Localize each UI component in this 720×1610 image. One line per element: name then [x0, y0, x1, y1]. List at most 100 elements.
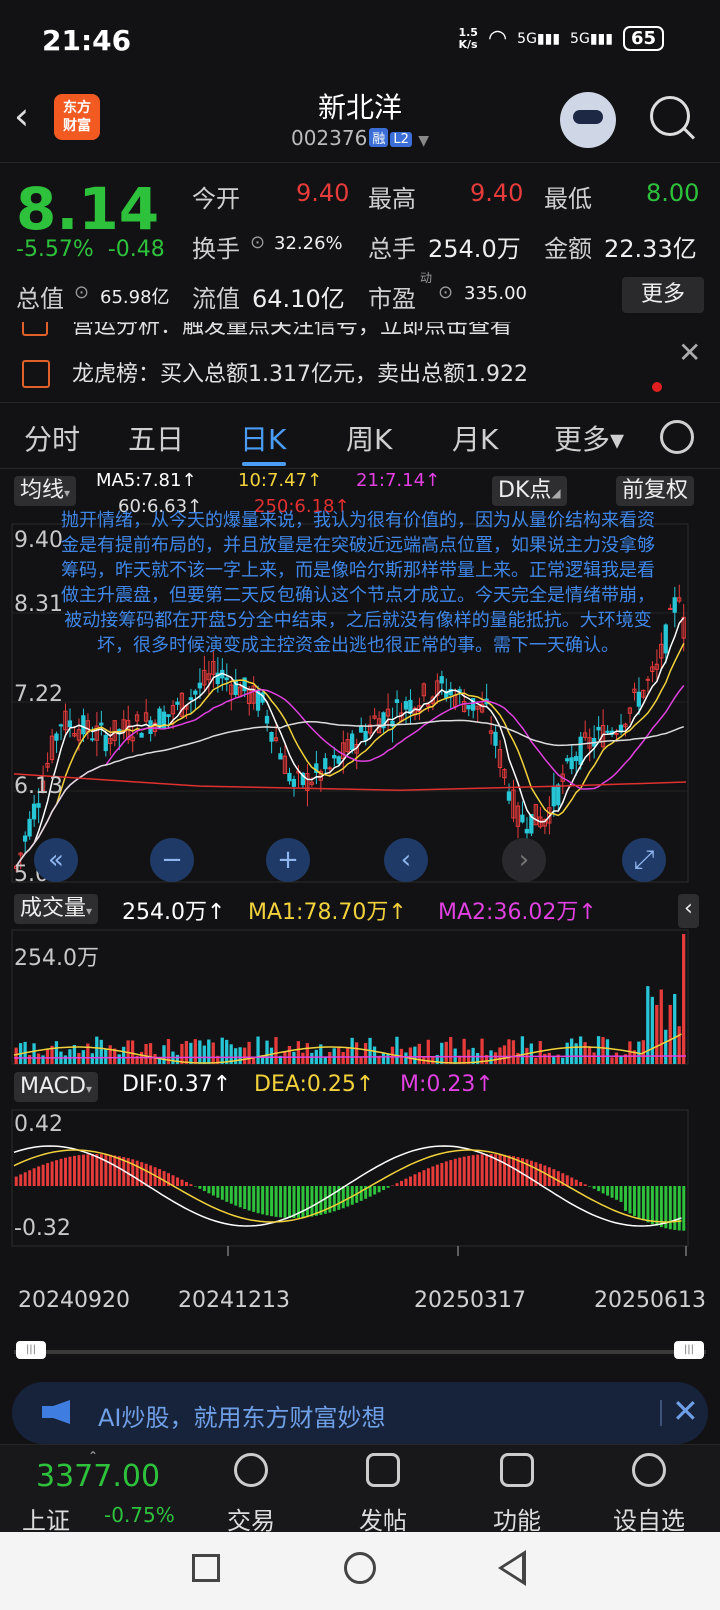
candle-body — [524, 828, 529, 834]
volume-bar — [341, 1051, 345, 1064]
adjust-button[interactable]: 前复权 — [616, 476, 695, 506]
range-slider-track[interactable] — [14, 1350, 706, 1354]
macd-selector[interactable]: MACD▾ — [14, 1072, 98, 1102]
ma-line-250 — [13, 773, 687, 791]
tab-weekly-k[interactable]: 周K — [346, 418, 392, 458]
nav-watchlist-label: 设自选 — [613, 1507, 685, 1535]
volume-bar — [520, 1036, 525, 1064]
volume-bar — [63, 1055, 68, 1064]
range-handle-left[interactable]: ||| — [16, 1341, 46, 1359]
megaphone-icon — [42, 1400, 70, 1424]
volume-bar — [659, 989, 663, 1064]
volume-bar — [583, 1042, 587, 1064]
range-handle-right[interactable]: ||| — [674, 1341, 704, 1359]
volume-bar — [117, 1054, 121, 1064]
volume-bar — [305, 1043, 309, 1064]
candle-body — [569, 757, 574, 770]
candle-body — [188, 697, 194, 701]
volume-bar — [332, 1048, 336, 1064]
high-label: 最高 — [368, 185, 416, 213]
volume-bar — [108, 1045, 112, 1064]
pe-dynamic-mark: 动 — [420, 271, 433, 285]
date-label-4: 20250613 — [594, 1288, 706, 1313]
volume-bar — [32, 1043, 36, 1064]
ai-banner[interactable]: AI炒股，就用东方财富妙想 ✕ — [12, 1382, 708, 1444]
candle-body — [264, 715, 270, 724]
ma-line-21 — [15, 685, 685, 867]
volume-bar — [225, 1039, 229, 1064]
volume-bar — [538, 1041, 542, 1064]
scroll-left-icon[interactable]: ‹ — [384, 838, 428, 882]
home-icon[interactable] — [344, 1552, 376, 1584]
candle-body — [103, 734, 108, 752]
volume-bar — [502, 1045, 507, 1064]
close-icon[interactable]: ✕ — [678, 336, 701, 369]
volume-bar — [372, 1046, 377, 1064]
volume-bar — [184, 1041, 189, 1064]
tab-intraday[interactable]: 分时 — [24, 418, 80, 458]
volume-bar — [587, 1046, 592, 1064]
index-value[interactable]: 3377.00 — [36, 1459, 160, 1494]
tab-five-day[interactable]: 五日 — [128, 418, 184, 458]
zoom-in-icon[interactable]: + — [266, 838, 310, 882]
candle-body — [22, 835, 28, 842]
tab-more[interactable]: 更多▾ — [554, 418, 624, 458]
tab-daily-k[interactable]: 日K — [240, 418, 286, 458]
chart-area[interactable]: 均线▾ MA5:7.81↑ 10:7.47↑ 21:7.14↑ 60:6.63↑… — [0, 470, 720, 1330]
nav-functions[interactable]: 功能 — [472, 1453, 562, 1536]
tab-monthly-k[interactable]: 月K — [452, 418, 498, 458]
dk-point-button[interactable]: DK点◢ — [492, 476, 567, 506]
volume-bar — [130, 1040, 135, 1064]
info-icon-3[interactable]: ⊙ — [438, 282, 453, 303]
volume-bar — [27, 1055, 32, 1064]
nav-trade[interactable]: 交易 — [206, 1453, 296, 1536]
volume-bar — [234, 1048, 238, 1064]
candle-body — [27, 818, 32, 837]
stock-header: ‹ 东方 财富 新北洋 002376 融 L2 ▼ — [0, 82, 720, 162]
volume-value: 254.0万↑ — [122, 900, 226, 925]
volume-bar — [310, 1052, 314, 1064]
ma-selector[interactable]: 均线▾ — [14, 476, 77, 506]
news-ticker[interactable]: 营运分析：触发量点关注信号，立即点击查看 龙虎榜：买入总额1.317亿元，卖出总… — [0, 322, 720, 403]
scroll-right-icon[interactable]: › — [502, 838, 546, 882]
nav-post[interactable]: 发帖 — [338, 1453, 428, 1536]
candle-body — [269, 731, 274, 742]
volume-bar — [328, 1052, 332, 1064]
date-label-1: 20240920 — [18, 1288, 130, 1313]
candle-body — [551, 786, 556, 807]
news-line-1[interactable]: 营运分析：触发量点关注信号，立即点击查看 — [72, 322, 512, 340]
volume-selector[interactable]: 成交量▾ — [14, 894, 99, 924]
volume-bar — [99, 1039, 103, 1064]
close-icon[interactable]: ✕ — [672, 1392, 699, 1430]
collapse-panel-icon[interactable]: ‹ — [678, 894, 699, 928]
y-tick-1: 9.40 — [14, 528, 63, 553]
speaker-icon — [22, 360, 50, 388]
recents-icon[interactable] — [192, 1554, 220, 1582]
candle-body — [358, 725, 364, 733]
ai-banner-text[interactable]: AI炒股，就用东方财富妙想 — [98, 1398, 386, 1433]
zoom-out-icon[interactable]: − — [150, 838, 194, 882]
index-name[interactable]: 上证 — [22, 1501, 70, 1536]
volume-bar — [395, 1036, 399, 1064]
volume-bar — [381, 1053, 386, 1064]
volume-bar — [440, 1042, 444, 1064]
volume-bar — [269, 1047, 274, 1064]
volume-bar — [153, 1053, 157, 1064]
volume-bar — [677, 1026, 681, 1064]
info-icon-2[interactable]: ⊙ — [74, 282, 89, 303]
candle-body — [224, 677, 229, 681]
volume-bar — [543, 1053, 547, 1064]
candle-body — [520, 814, 525, 823]
news-line-2[interactable]: 龙虎榜：买入总额1.317亿元，卖出总额1.922 — [72, 356, 528, 388]
nav-watchlist[interactable]: 设自选 — [604, 1453, 694, 1536]
scroll-start-icon[interactable]: « — [34, 838, 78, 882]
gear-icon[interactable] — [660, 420, 694, 454]
index-change[interactable]: -0.75% — [104, 1503, 175, 1527]
candle-body — [672, 597, 677, 613]
volume-bar — [220, 1037, 224, 1064]
volume-bar — [570, 1038, 574, 1064]
candle-body — [578, 736, 583, 765]
info-icon[interactable]: ⊙ — [250, 232, 265, 253]
more-button[interactable]: 更多 — [622, 277, 704, 313]
fullscreen-icon[interactable]: ⤢ — [622, 838, 666, 882]
